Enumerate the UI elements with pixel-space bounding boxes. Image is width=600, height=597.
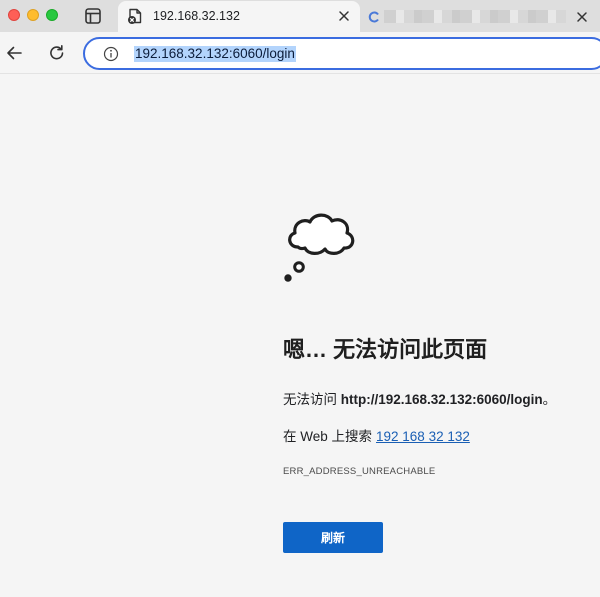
close-tab-icon[interactable] [574, 9, 590, 25]
site-favicon-icon [368, 10, 380, 23]
search-suggestion: 在 Web 上搜索 192 168 32 132 [283, 425, 470, 445]
thought-cloud-icon [280, 209, 360, 284]
broken-page-icon [127, 8, 143, 24]
site-info-icon[interactable] [103, 46, 119, 62]
tab-strip: 192.168.32.132 [0, 0, 600, 32]
close-tab-icon[interactable] [336, 8, 352, 24]
reload-icon[interactable] [47, 43, 67, 63]
tab-title-obscured [384, 10, 566, 23]
window-zoom-button[interactable] [46, 9, 58, 21]
error-description-suffix: 。 [542, 392, 557, 407]
search-suggestion-prefix: 在 Web 上搜索 [283, 429, 373, 444]
refresh-button[interactable]: 刷新 [283, 522, 383, 553]
back-arrow-icon[interactable] [4, 43, 24, 63]
error-heading: 嗯… 无法访问此页面 [283, 337, 488, 362]
tab-inactive[interactable] [362, 1, 600, 32]
browser-toolbar: 192.168.32.132:6060/login [0, 32, 600, 74]
tab-active[interactable]: 192.168.32.132 [118, 1, 360, 32]
window-minimize-button[interactable] [27, 9, 39, 21]
error-code: ERR_ADDRESS_UNREACHABLE [283, 466, 436, 477]
error-description-prefix: 无法访问 [283, 392, 341, 407]
tab-title: 192.168.32.132 [153, 9, 240, 23]
tab-actions-icon[interactable] [82, 6, 104, 26]
address-url[interactable]: 192.168.32.132:6060/login [134, 46, 296, 62]
window-close-button[interactable] [8, 9, 20, 21]
error-url: http://192.168.32.132:6060/login [340, 392, 543, 407]
address-bar[interactable]: 192.168.32.132:6060/login [83, 37, 600, 70]
error-description: 无法访问 http://192.168.32.132:6060/login。 [283, 388, 556, 408]
search-web-link[interactable]: 192 168 32 132 [376, 429, 470, 444]
